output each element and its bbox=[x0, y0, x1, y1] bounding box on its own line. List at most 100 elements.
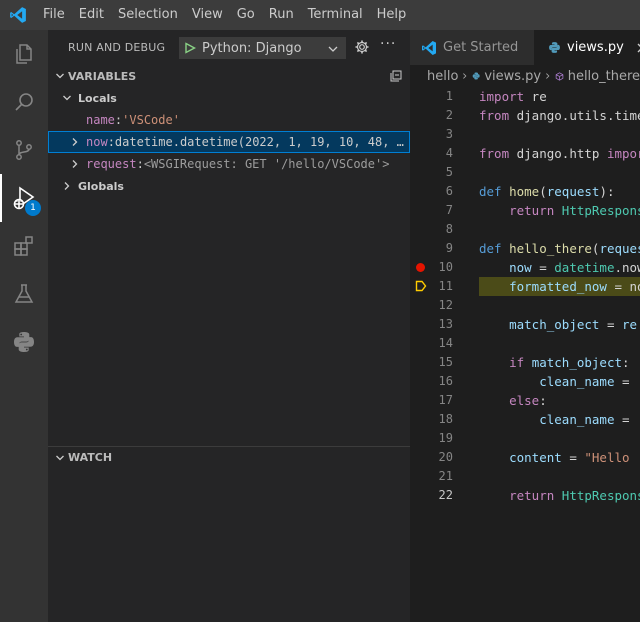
code-line[interactable]: from django.utils.timezone bbox=[479, 106, 640, 125]
code-line[interactable]: return HttpResponse bbox=[479, 201, 640, 220]
activity-bar: 1 bbox=[0, 30, 48, 622]
python-icon[interactable] bbox=[0, 318, 48, 366]
run-and-debug-icon[interactable]: 1 bbox=[0, 174, 48, 222]
chevron-down-icon bbox=[328, 46, 338, 52]
line-number[interactable]: 1 bbox=[430, 87, 453, 106]
chevron-down-icon bbox=[56, 73, 64, 79]
tab-get-started[interactable]: Get Started bbox=[410, 30, 534, 65]
editor-tabs: Get Started views.py bbox=[410, 30, 640, 65]
search-icon[interactable] bbox=[0, 78, 48, 126]
scope-globals[interactable]: Globals bbox=[48, 175, 410, 197]
debug-badge: 1 bbox=[25, 200, 41, 216]
explorer-icon[interactable] bbox=[0, 30, 48, 78]
line-number[interactable]: 7 bbox=[430, 201, 453, 220]
line-number[interactable]: 2 bbox=[430, 106, 453, 125]
gear-icon[interactable] bbox=[354, 39, 370, 55]
variables-section-header[interactable]: VARIABLES bbox=[48, 65, 410, 87]
line-number[interactable]: 3 bbox=[430, 125, 453, 144]
menu-help[interactable]: Help bbox=[370, 0, 414, 30]
code-line[interactable]: from django.http import bbox=[479, 144, 640, 163]
variable-request[interactable]: request : <WSGIRequest: GET '/hello/VSCo… bbox=[48, 153, 410, 175]
code-line[interactable]: def hello_there(request bbox=[479, 239, 640, 258]
code-line[interactable]: clean_name = bbox=[479, 410, 637, 429]
breadcrumb-folder[interactable]: hello bbox=[427, 69, 458, 84]
line-number[interactable]: 13 bbox=[430, 315, 453, 334]
line-number[interactable]: 18 bbox=[430, 410, 453, 429]
breadcrumb-symbol[interactable]: hello_there bbox=[568, 69, 640, 84]
collapse-all-icon[interactable] bbox=[390, 70, 402, 82]
breakpoint-icon[interactable] bbox=[416, 263, 425, 272]
code-line[interactable]: formatted_now = now bbox=[479, 277, 640, 296]
chevron-right-icon bbox=[463, 73, 467, 79]
line-number[interactable]: 15 bbox=[430, 353, 453, 372]
code-line[interactable]: import re bbox=[479, 87, 547, 106]
code-line[interactable]: match_object = re bbox=[479, 315, 637, 334]
variable-now[interactable]: now : datetime.datetime(2022, 1, 19, 10,… bbox=[48, 131, 410, 153]
menu-edit[interactable]: Edit bbox=[72, 0, 111, 30]
run-and-debug-view: RUN AND DEBUG Python: Django ··· VARIABL… bbox=[48, 30, 410, 622]
start-debugging-icon[interactable] bbox=[184, 42, 196, 54]
menu-file[interactable]: File bbox=[36, 0, 72, 30]
close-icon[interactable] bbox=[636, 42, 640, 54]
variable-name-value: 'VSCode' bbox=[122, 113, 180, 127]
more-actions-icon[interactable]: ··· bbox=[380, 36, 396, 52]
scope-globals-label: Globals bbox=[78, 179, 124, 193]
menu-go[interactable]: Go bbox=[230, 0, 262, 30]
line-number[interactable]: 21 bbox=[430, 467, 453, 486]
line-number[interactable]: 16 bbox=[430, 372, 453, 391]
breadcrumb: hello views.py hello_there bbox=[410, 65, 640, 87]
menu-view[interactable]: View bbox=[185, 0, 230, 30]
variable-request-key: request bbox=[86, 157, 137, 171]
line-number[interactable]: 19 bbox=[430, 429, 453, 448]
menu-terminal[interactable]: Terminal bbox=[301, 0, 370, 30]
python-file-icon bbox=[549, 42, 560, 53]
menu-bar: File Edit Selection View Go Run Terminal… bbox=[36, 0, 413, 30]
variable-name-sep: : bbox=[114, 113, 123, 127]
tab-get-started-label: Get Started bbox=[443, 40, 519, 55]
line-number[interactable]: 17 bbox=[430, 391, 453, 410]
tab-views-py[interactable]: views.py bbox=[534, 30, 640, 65]
line-number[interactable]: 6 bbox=[430, 182, 453, 201]
line-number[interactable]: 5 bbox=[430, 163, 453, 182]
testing-icon[interactable] bbox=[0, 270, 48, 318]
vscode-logo-icon bbox=[422, 40, 436, 55]
variable-now-value: datetime.datetime(2022, 1, 19, 10, 48, … bbox=[114, 135, 404, 149]
line-number[interactable]: 20 bbox=[430, 448, 453, 467]
code-line[interactable]: def home(request): bbox=[479, 182, 615, 201]
line-number[interactable]: 8 bbox=[430, 220, 453, 239]
source-control-icon[interactable] bbox=[0, 126, 48, 174]
code-line[interactable]: return HttpResponse bbox=[479, 486, 640, 505]
chevron-down-icon bbox=[56, 455, 64, 460]
line-number[interactable]: 10 bbox=[430, 258, 453, 277]
title-bar: File Edit Selection View Go Run Terminal… bbox=[0, 0, 640, 30]
variables-section-title: VARIABLES bbox=[68, 69, 137, 83]
menu-run[interactable]: Run bbox=[262, 0, 301, 30]
code-line[interactable]: clean_name = bbox=[479, 372, 637, 391]
line-number[interactable]: 14 bbox=[430, 334, 453, 353]
watch-section-header[interactable]: WATCH bbox=[48, 446, 410, 468]
variable-now-sep: : bbox=[107, 135, 115, 149]
line-number[interactable]: 22 bbox=[430, 486, 453, 505]
variable-request-sep: : bbox=[136, 157, 144, 171]
vscode-logo-icon bbox=[0, 0, 36, 30]
code-line[interactable]: if match_object: bbox=[479, 353, 629, 372]
sidebar-header: RUN AND DEBUG Python: Django ··· bbox=[48, 30, 410, 66]
extensions-icon[interactable] bbox=[0, 222, 48, 270]
line-number[interactable]: 9 bbox=[430, 239, 453, 258]
line-number[interactable]: 11 bbox=[430, 277, 453, 296]
code-line[interactable]: else: bbox=[479, 391, 547, 410]
scope-locals[interactable]: Locals bbox=[48, 87, 410, 109]
variable-name[interactable]: name : 'VSCode' bbox=[48, 109, 410, 131]
watch-section-title: WATCH bbox=[68, 451, 113, 464]
chevron-right-icon bbox=[546, 73, 550, 79]
code-line[interactable]: now = datetime.now bbox=[479, 258, 640, 277]
breadcrumb-file[interactable]: views.py bbox=[484, 69, 541, 84]
line-number[interactable]: 12 bbox=[430, 296, 453, 315]
python-file-icon bbox=[472, 72, 480, 80]
code-line[interactable]: content = "Hello bbox=[479, 448, 629, 467]
menu-selection[interactable]: Selection bbox=[111, 0, 185, 30]
line-number[interactable]: 4 bbox=[430, 144, 453, 163]
editor-area: Get Started views.py hello views.py hell… bbox=[410, 30, 640, 622]
debug-configuration-select[interactable]: Python: Django bbox=[179, 37, 346, 59]
debug-current-line-arrow-icon bbox=[415, 280, 427, 292]
